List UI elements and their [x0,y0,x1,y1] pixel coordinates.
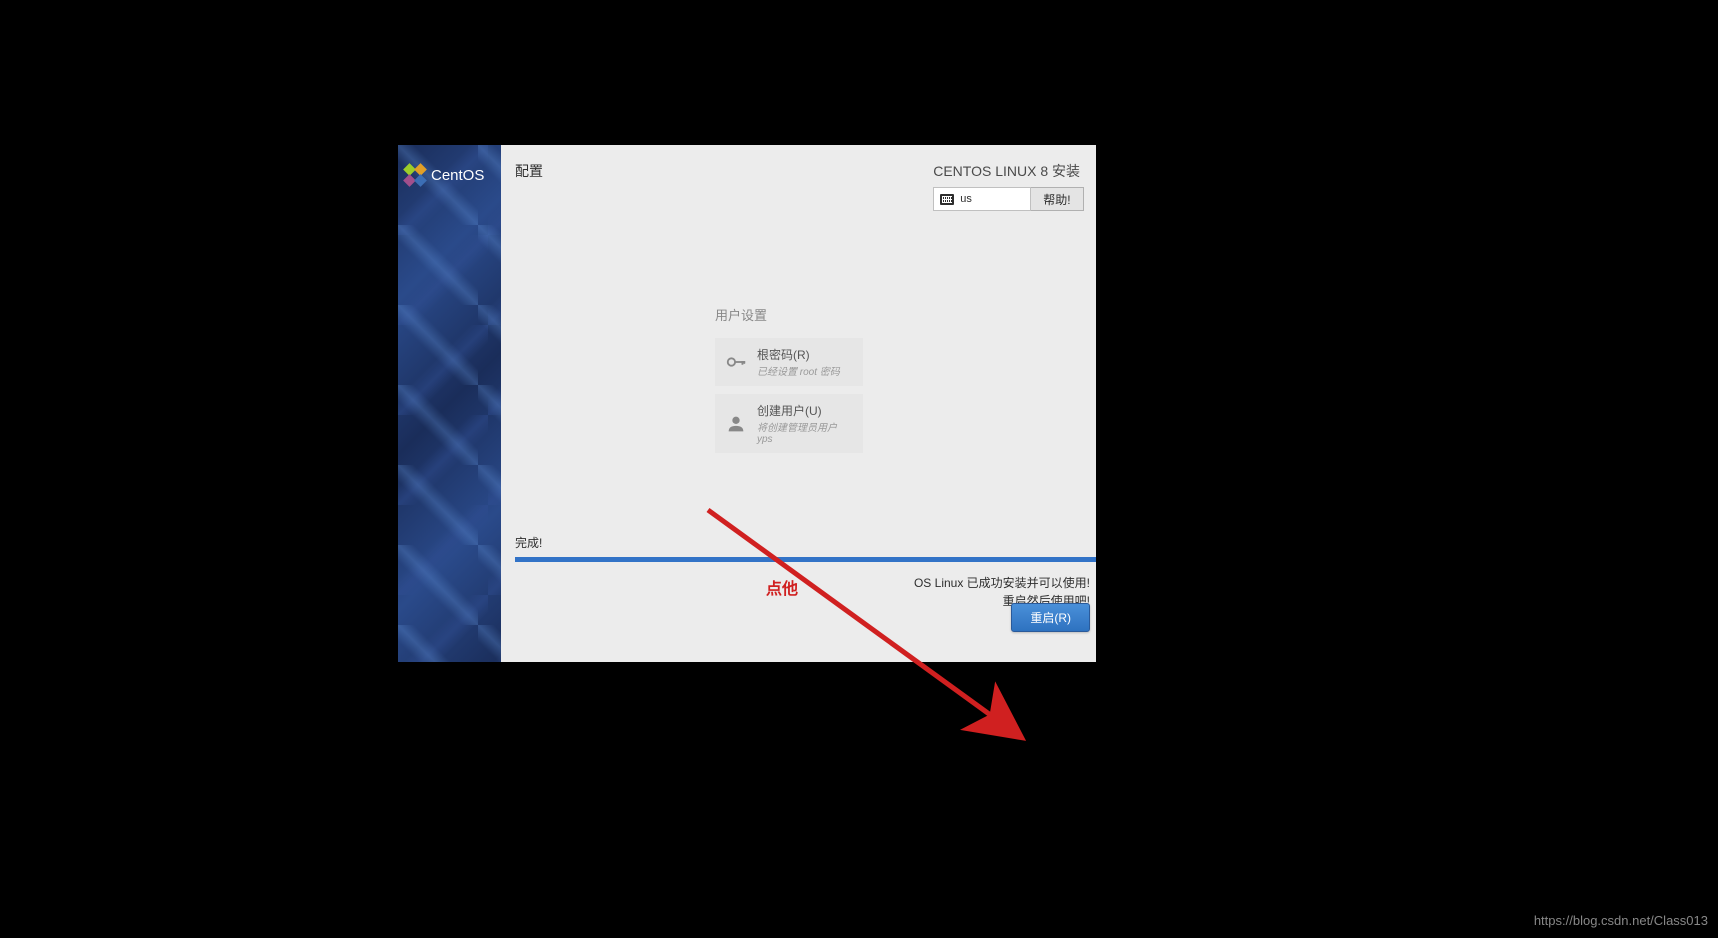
root-password-text: 根密码(R) 已经设置 root 密码 [757,346,840,378]
root-password-title: 根密码(R) [757,346,840,363]
page-title: 配置 [515,161,543,181]
main-content: 配置 CENTOS LINUX 8 安装 us 帮助! 用户设置 [501,145,1096,662]
root-password-item[interactable]: 根密码(R) 已经设置 root 密码 [715,338,863,386]
help-button[interactable]: 帮助! [1031,187,1083,211]
keyboard-layout-selector[interactable]: us [933,187,1031,211]
reboot-button[interactable]: 重启(R) [1011,603,1090,632]
progress-area: 完成! [515,534,1096,562]
lang-help-row: us 帮助! [933,187,1090,211]
lang-code: us [960,193,972,205]
finish-line1: OS Linux 已成功安装并可以使用! [914,574,1090,592]
header: 配置 CENTOS LINUX 8 安装 us 帮助! [501,145,1096,211]
header-right: CENTOS LINUX 8 安装 us 帮助! [933,161,1090,211]
root-password-subtitle: 已经设置 root 密码 [757,363,840,378]
installer-window: CentOS 配置 CENTOS LINUX 8 安装 us 帮助! 用户设置 [398,145,1096,662]
watermark: https://blog.csdn.net/Class013 [1534,913,1708,928]
progress-label: 完成! [515,534,1096,551]
keyboard-icon [940,194,954,205]
section-heading: 用户设置 [715,305,863,324]
user-settings-section: 用户设置 根密码(R) 已经设置 root 密码 [715,305,863,461]
centos-logo: CentOS [403,163,484,187]
install-title: CENTOS LINUX 8 安装 [933,161,1090,181]
create-user-subtitle: 将创建管理员用户 yps [757,419,853,445]
brand-text: CentOS [431,167,484,184]
centos-icon [403,163,427,187]
progress-bar [515,557,1096,562]
create-user-title: 创建用户(U) [757,402,853,419]
create-user-text: 创建用户(U) 将创建管理员用户 yps [757,402,853,445]
user-icon [725,413,747,435]
key-icon [725,351,747,373]
annotation-text: 点他 [766,575,798,599]
sidebar: CentOS [398,145,501,662]
create-user-item[interactable]: 创建用户(U) 将创建管理员用户 yps [715,394,863,453]
